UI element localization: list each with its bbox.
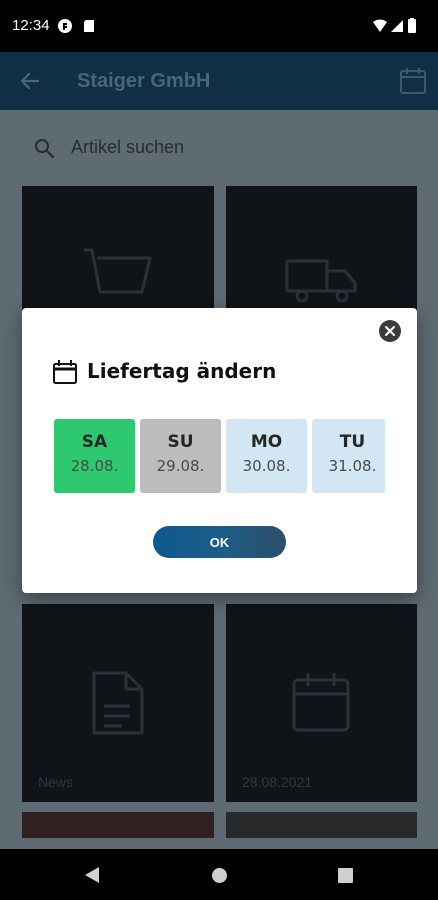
tile-partial [22,812,214,838]
search-icon [35,139,55,159]
search-bar[interactable]: Artikel suchen [26,130,412,166]
nav-recents-icon[interactable] [338,868,353,883]
day-date: 28.08. [70,457,119,475]
nav-home-icon[interactable] [212,868,227,883]
ok-button[interactable]: OK [153,526,286,558]
app-screen: Staiger GmbH Artikel suchen News 28.08.2… [0,52,438,849]
sd-card-icon [84,20,94,32]
day-date: 31.08. [328,457,377,475]
change-delivery-day-dialog: Liefertag ändern SA 28.08. SU 29.08. MO … [22,308,417,593]
delivery-truck-icon [285,259,357,303]
app-bar: Staiger GmbH [0,52,438,110]
tile-news-caption: News [38,774,74,790]
calendar-icon [292,673,350,732]
tile-news[interactable]: News [22,604,214,802]
document-icon [92,671,144,735]
calendar-icon[interactable] [398,66,428,96]
day-option-mo[interactable]: MO 30.08. [226,419,307,493]
day-date: 30.08. [242,457,291,475]
shopping-cart-icon [84,248,152,294]
status-time: 12:34 [12,17,50,34]
tile-delivery-date[interactable]: 28.08.2021 [226,604,417,802]
arrow-left-icon[interactable] [18,69,42,93]
tile-delivery-date-caption: 28.08.2021 [242,774,313,790]
app-notification-icon [58,19,72,33]
search-input[interactable]: Artikel suchen [71,137,184,158]
page-title: Staiger GmbH [77,70,211,92]
status-bar: 12:34 [0,0,438,52]
day-option-sa[interactable]: SA 28.08. [54,419,135,493]
day-picker[interactable]: SA 28.08. SU 29.08. MO 30.08. TU 31.08. [54,419,385,493]
day-name: MO [250,432,283,452]
day-name: SA [81,432,108,452]
status-indicators-icon [373,18,416,33]
calendar-icon [53,360,77,384]
nav-back-icon[interactable] [84,866,100,884]
day-name: SU [167,432,194,452]
close-button[interactable] [379,320,401,342]
day-option-su[interactable]: SU 29.08. [140,419,221,493]
day-date: 29.08. [156,457,205,475]
system-nav-bar [0,849,438,900]
tile-partial [226,812,417,838]
close-icon [385,326,395,336]
day-option-tu[interactable]: TU 31.08. [312,419,385,493]
day-name: TU [339,432,366,452]
dialog-title: Liefertag ändern [87,359,277,383]
